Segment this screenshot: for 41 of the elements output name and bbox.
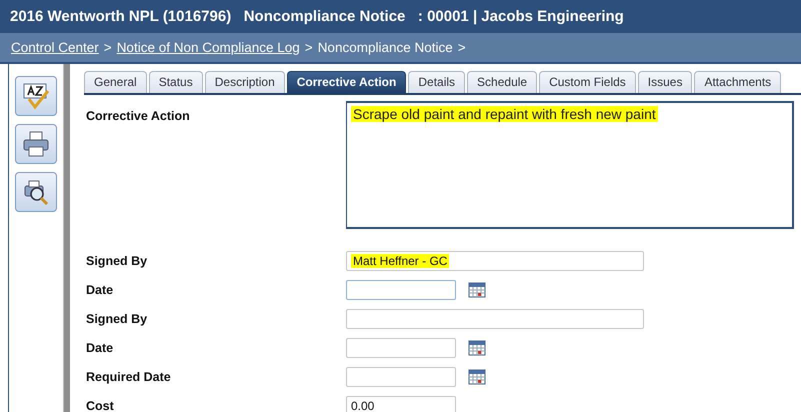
field-label: Date — [85, 340, 114, 354]
tab[interactable]: General — [84, 71, 147, 93]
print-preview-button[interactable] — [15, 172, 57, 212]
field-value: Scrape old paint and repaint with fresh new paint — [351, 106, 658, 122]
tab[interactable]: Issues — [638, 71, 692, 93]
field-label: Cost — [85, 398, 115, 412]
field-label: Required Date — [85, 370, 172, 384]
date-field[interactable] — [346, 338, 456, 358]
input-field[interactable]: 0.00 — [346, 396, 456, 412]
breadcrumb-current: Noncompliance Notice — [318, 40, 453, 55]
breadcrumb-link[interactable]: Control Center — [11, 40, 99, 55]
field-label: Signed By — [85, 312, 148, 326]
calendar-icon[interactable] — [468, 339, 486, 356]
tab[interactable]: Description — [204, 71, 285, 93]
printer-icon — [21, 129, 51, 159]
tab[interactable]: Attachments — [694, 71, 782, 93]
field-label: Date — [85, 282, 114, 296]
window-title: 2016 Wentworth NPL (1016796) Noncompliance Notice : 00001 | Jacobs Engineering — [10, 8, 624, 25]
breadcrumb-separator: > — [458, 40, 466, 55]
calendar-icon[interactable] — [468, 281, 486, 298]
breadcrumb-link[interactable]: Notice of Non Compliance Log — [116, 40, 300, 55]
tab[interactable]: Corrective Action — [286, 71, 406, 93]
tab[interactable]: Status — [148, 71, 203, 93]
breadcrumb-separator: > — [104, 40, 112, 55]
print-button[interactable] — [15, 124, 57, 164]
field-label: Corrective Action — [85, 108, 191, 123]
spellcheck-icon — [21, 81, 51, 111]
breadcrumb-separator: > — [304, 40, 313, 55]
tab[interactable]: Schedule — [467, 71, 538, 93]
tab[interactable]: Custom Fields — [539, 71, 636, 93]
date-field[interactable] — [346, 280, 456, 300]
field-value: Matt Heffner - GC — [351, 254, 450, 268]
date-field[interactable] — [346, 366, 456, 386]
spellcheck-button[interactable] — [15, 76, 57, 116]
input-field[interactable]: Matt Heffner - GC — [346, 250, 644, 270]
text-area[interactable]: Scrape old paint and repaint with fresh new paint — [346, 101, 794, 229]
input-field[interactable] — [346, 308, 644, 328]
field-value: 0.00 — [351, 398, 374, 412]
tab[interactable]: Details — [408, 71, 466, 93]
calendar-icon[interactable] — [468, 368, 486, 385]
field-label: Signed By — [85, 254, 148, 268]
